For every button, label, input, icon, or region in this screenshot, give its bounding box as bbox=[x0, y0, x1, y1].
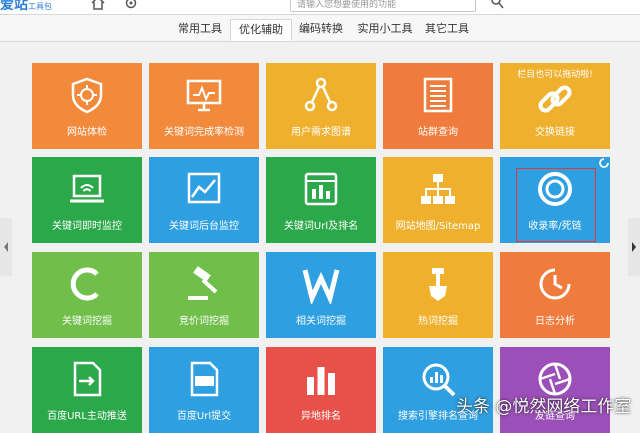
search-icon[interactable] bbox=[490, 0, 504, 10]
tile-label: 日志分析 bbox=[535, 316, 575, 327]
letter-w-icon bbox=[302, 269, 340, 304]
tile-label: 关键词后台监控 bbox=[169, 221, 239, 232]
tile-keyword-completion-check[interactable]: 关键词完成率检测 bbox=[149, 63, 259, 149]
app-logo: 爱站工具包 bbox=[0, 0, 52, 12]
tile-sitemap[interactable]: 网站地图/Sitemap bbox=[383, 157, 493, 243]
graph-nodes-icon bbox=[304, 77, 338, 112]
category-tabs: 常用工具 优化辅助 编码转换 实用小工具 其它工具 bbox=[0, 15, 640, 42]
tile-label: 关键词挖掘 bbox=[62, 316, 112, 327]
tile-hot-word-mining[interactable]: 热词挖掘 bbox=[383, 252, 493, 338]
scroll-left-button[interactable] bbox=[0, 218, 12, 276]
tile-index-rate-dead-links[interactable]: 收录率/死链 bbox=[500, 157, 610, 243]
columns-chart-icon bbox=[307, 367, 335, 395]
magnifier-chart-icon bbox=[422, 363, 456, 397]
tile-label: 关键词Url及排名 bbox=[283, 221, 359, 232]
tile-bid-word-mining[interactable]: 竞价词挖掘 bbox=[149, 252, 259, 338]
tile-keyword-mining[interactable]: 关键词挖掘 bbox=[32, 252, 142, 338]
tile-label: 关键词完成率检测 bbox=[164, 127, 244, 138]
bar-chart-icon bbox=[304, 172, 338, 206]
tile-label: 网站体检 bbox=[67, 127, 107, 138]
tab-small-tools[interactable]: 实用小工具 bbox=[350, 19, 420, 41]
monitor-chart-icon bbox=[186, 79, 222, 112]
gear-icon[interactable] bbox=[124, 0, 138, 10]
tile-search-engine-ranking[interactable]: 搜索引擎排名查询 bbox=[383, 347, 493, 433]
tile-label: 百度Url提交 bbox=[176, 411, 232, 422]
shovel-icon bbox=[429, 268, 447, 301]
chevron-right-icon bbox=[632, 242, 636, 252]
push-document-icon bbox=[73, 361, 102, 397]
tile-label: 相关词挖掘 bbox=[296, 316, 346, 327]
tile-baidu-url-push[interactable]: 百度URL主动推送 bbox=[32, 347, 142, 433]
home-icon[interactable] bbox=[90, 0, 106, 10]
chart-window-icon bbox=[187, 172, 221, 204]
tab-encoding[interactable]: 编码转换 bbox=[292, 19, 350, 41]
scroll-right-button[interactable] bbox=[628, 218, 640, 276]
tile-user-demand-graph[interactable]: 用户需求图谱 bbox=[266, 63, 376, 149]
gavel-icon bbox=[188, 266, 218, 300]
url-document-icon bbox=[190, 361, 219, 397]
tile-label: 百度URL主动推送 bbox=[47, 411, 127, 422]
clock-icon bbox=[539, 268, 571, 300]
letter-c-icon bbox=[70, 267, 99, 301]
tile-label: 热词挖掘 bbox=[418, 316, 458, 327]
shield-icon bbox=[71, 77, 103, 114]
tile-label: 关键词即时监控 bbox=[52, 221, 122, 232]
tile-label: 用户需求图谱 bbox=[291, 127, 351, 138]
search-input[interactable]: 请输入您想要使用的功能 bbox=[290, 0, 476, 12]
tab-optimization[interactable]: 优化辅助 bbox=[230, 19, 292, 41]
tab-common-tools[interactable]: 常用工具 bbox=[170, 19, 230, 41]
tile-site-checkup[interactable]: 网站体检 bbox=[32, 63, 142, 149]
loading-spinner-icon bbox=[599, 158, 609, 168]
sitemap-icon bbox=[421, 174, 455, 204]
laptop-icon bbox=[70, 174, 104, 203]
chain-link-icon bbox=[538, 85, 572, 113]
tab-other-tools[interactable]: 其它工具 bbox=[418, 19, 476, 41]
ring-icon bbox=[538, 172, 572, 206]
tile-keyword-url-ranking[interactable]: 关键词Url及排名 bbox=[266, 157, 376, 243]
tile-label: 异地排名 bbox=[301, 411, 341, 422]
top-toolbar: 爱站工具包 请输入您想要使用的功能 bbox=[0, 0, 640, 15]
list-document-icon bbox=[423, 77, 453, 113]
tile-label: 收录率/死链 bbox=[528, 221, 582, 232]
tile-remote-ranking[interactable]: 异地排名 bbox=[266, 347, 376, 433]
watermark-text: 头条 @悦然网络工作室 bbox=[456, 397, 632, 417]
chevron-left-icon bbox=[4, 242, 8, 252]
tile-site-group-query[interactable]: 站群查询 bbox=[383, 63, 493, 149]
tile-label: 交换链接 bbox=[535, 127, 575, 138]
tile-log-analysis[interactable]: 日志分析 bbox=[500, 252, 610, 338]
tile-baidu-url-submit[interactable]: 百度Url提交 bbox=[149, 347, 259, 433]
tile-friend-link-query[interactable]: 友链查询 bbox=[500, 347, 610, 433]
tile-label: 网站地图/Sitemap bbox=[395, 221, 481, 232]
tile-keyword-instant-monitor[interactable]: 关键词即时监控 bbox=[32, 157, 142, 243]
tile-related-word-mining[interactable]: 相关词挖掘 bbox=[266, 252, 376, 338]
tile-exchange-links[interactable]: 栏目也可以拖动啦! 交换链接 bbox=[500, 63, 610, 149]
tile-label: 竞价词挖掘 bbox=[179, 316, 229, 327]
tile-keyword-background-monitor[interactable]: 关键词后台监控 bbox=[149, 157, 259, 243]
tile-label: 站群查询 bbox=[418, 127, 458, 138]
